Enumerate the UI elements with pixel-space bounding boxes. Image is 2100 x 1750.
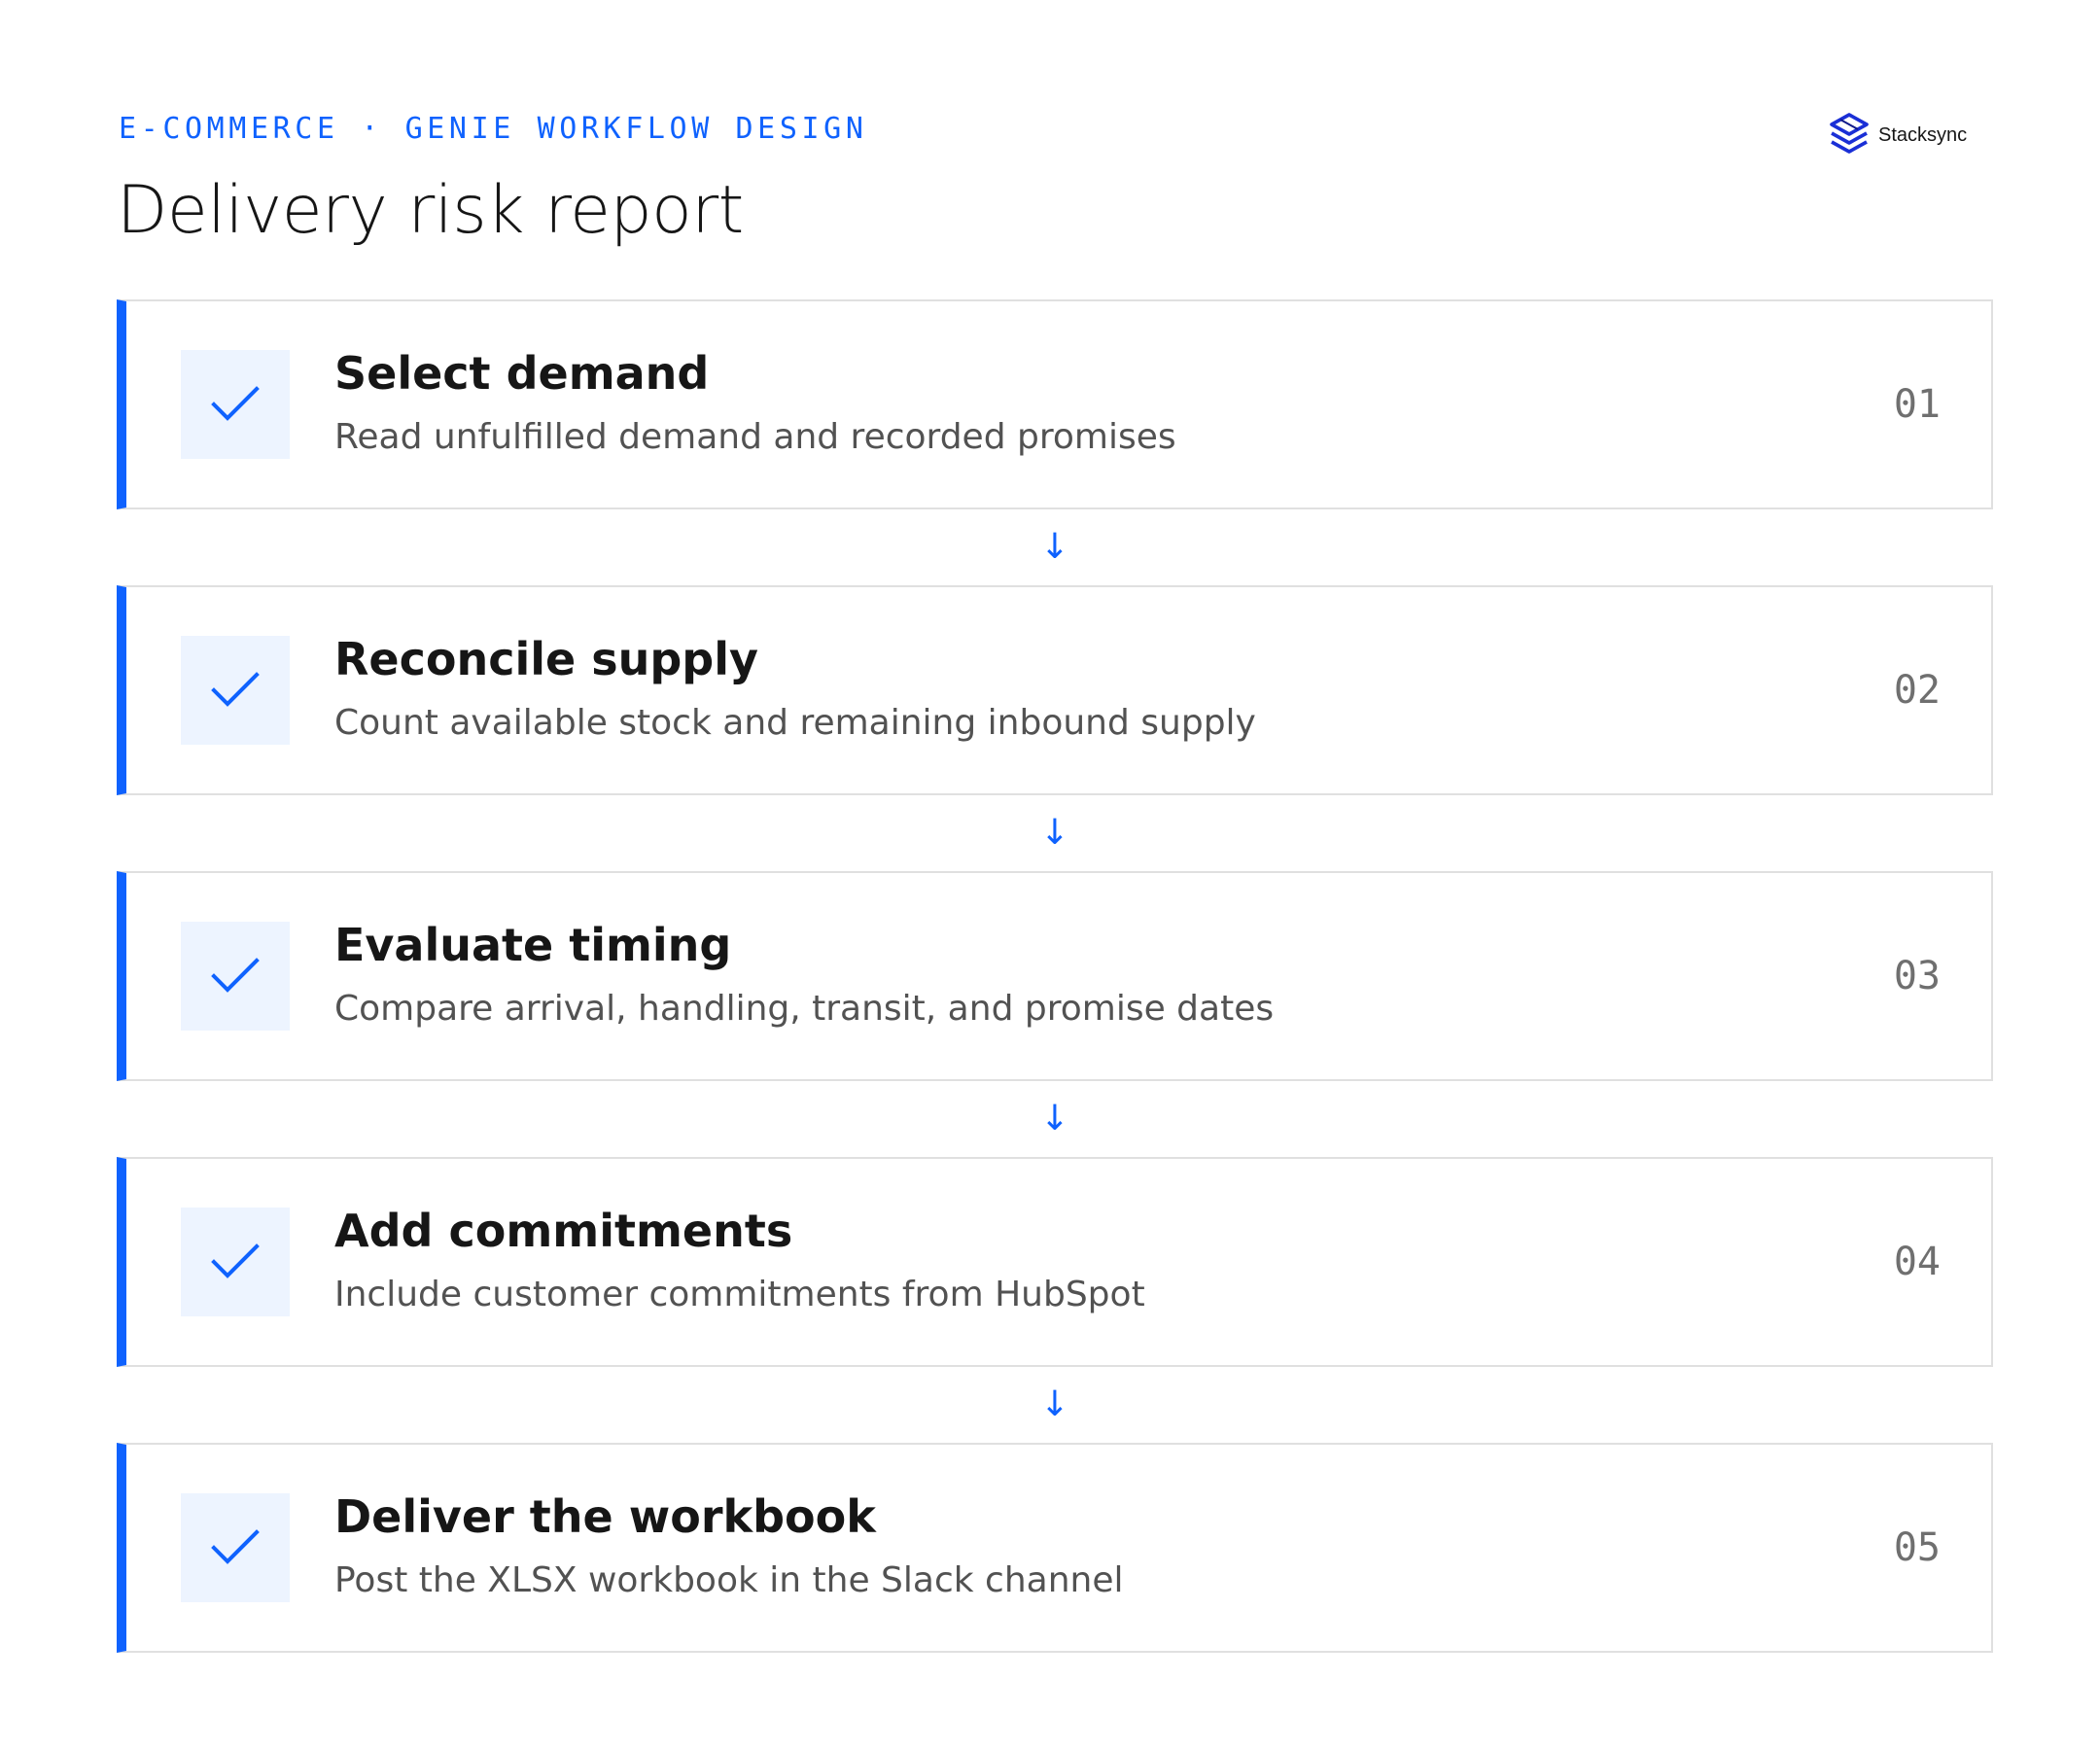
arrow-down-icon: ↓ — [1039, 1384, 1070, 1424]
arrow-down-icon: ↓ — [1039, 1099, 1070, 1138]
workflow-page: E-COMMERCE · GENIE WORKFLOW DESIGN Deliv… — [0, 0, 2100, 1750]
step-connector: ↓ — [117, 1081, 1993, 1157]
step-description: Include customer commitments from HubSpo… — [334, 1275, 1145, 1314]
step-title: Add commitments — [334, 1205, 793, 1257]
step-description: Post the XLSX workbook in the Slack chan… — [334, 1560, 1124, 1600]
step-card-add-commitments: Add commitments Include customer commitm… — [117, 1157, 1993, 1367]
step-connector: ↓ — [117, 795, 1993, 871]
arrow-down-icon: ↓ — [1039, 527, 1070, 567]
category-eyebrow: E-COMMERCE · GENIE WORKFLOW DESIGN — [119, 112, 868, 146]
step-status — [181, 1208, 290, 1316]
step-connector: ↓ — [117, 509, 1993, 585]
step-status — [181, 1493, 290, 1602]
checkmark-icon — [211, 1243, 260, 1278]
step-status — [181, 350, 290, 459]
stacksync-logo-icon — [1830, 113, 1869, 154]
step-card-deliver-workbook: Deliver the workbook Post the XLSX workb… — [117, 1443, 1993, 1653]
step-description: Read unfulfilled demand and recorded pro… — [334, 417, 1176, 457]
step-description: Compare arrival, handling, transit, and … — [334, 989, 1275, 1029]
step-title: Reconcile supply — [334, 633, 758, 685]
brand-name: Stacksync — [1878, 123, 1968, 146]
step-status — [181, 922, 290, 1031]
step-card-select-demand: Select demand Read unfulfilled demand an… — [117, 299, 1993, 509]
arrow-down-icon: ↓ — [1039, 813, 1070, 853]
checkmark-icon — [211, 672, 260, 707]
checkmark-icon — [211, 958, 260, 993]
step-card-reconcile-supply: Reconcile supply Count available stock a… — [117, 585, 1993, 795]
step-status — [181, 636, 290, 745]
workflow-steps: Select demand Read unfulfilled demand an… — [117, 299, 1993, 1653]
step-number: 03 — [1893, 954, 1941, 998]
step-description: Count available stock and remaining inbo… — [334, 703, 1256, 743]
brand-badge: Stacksync — [1828, 112, 1967, 158]
step-title: Deliver the workbook — [334, 1490, 876, 1543]
step-number: 01 — [1893, 382, 1941, 427]
page-title: Delivery risk report — [117, 172, 744, 249]
checkmark-icon — [211, 1529, 260, 1564]
step-title: Evaluate timing — [334, 919, 732, 971]
step-number: 05 — [1893, 1525, 1941, 1570]
step-title: Select demand — [334, 347, 710, 400]
checkmark-icon — [211, 386, 260, 421]
step-number: 04 — [1893, 1240, 1941, 1284]
step-card-evaluate-timing: Evaluate timing Compare arrival, handlin… — [117, 871, 1993, 1081]
step-number: 02 — [1893, 668, 1941, 713]
step-connector: ↓ — [117, 1367, 1993, 1443]
